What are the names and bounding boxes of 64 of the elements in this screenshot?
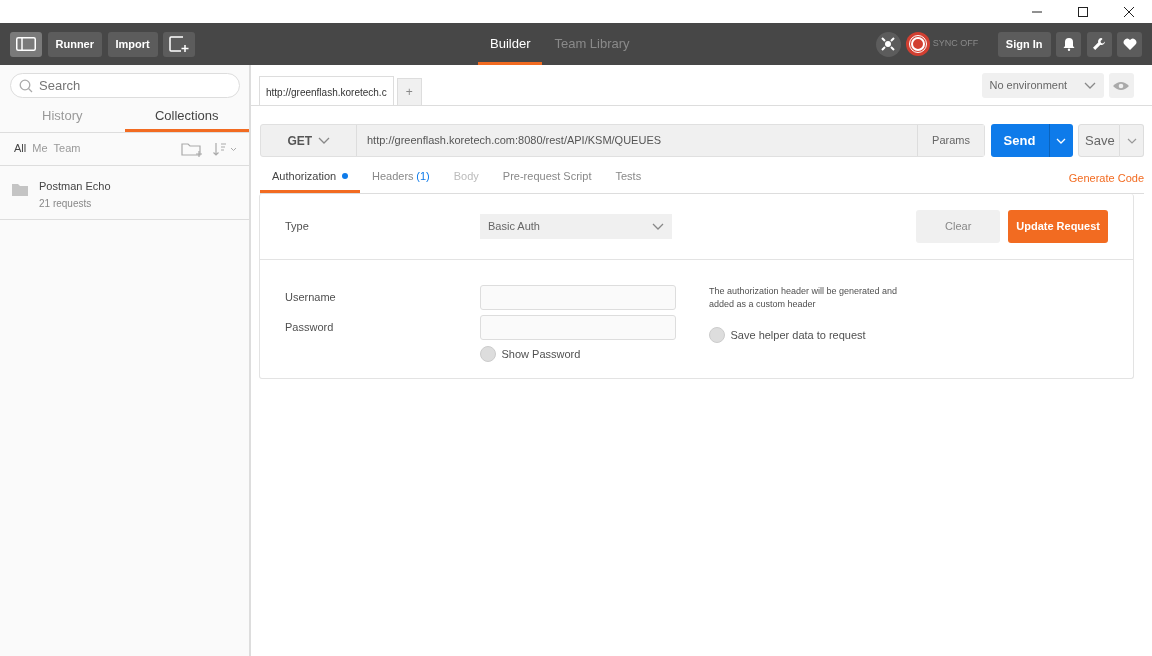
header-button[interactable]: Import <box>107 31 158 57</box>
field-label: Type <box>285 218 310 234</box>
close-icon[interactable] <box>1124 6 1134 17</box>
search-icon <box>19 79 33 93</box>
environment-name: No environment <box>989 78 1068 94</box>
text-field[interactable] <box>480 315 676 340</box>
header-tab[interactable]: Team Library <box>542 23 642 65</box>
sign-in-button[interactable]: Sign In <box>997 31 1051 57</box>
new-window-button[interactable] <box>163 31 196 57</box>
maximize-icon[interactable] <box>1078 6 1088 17</box>
radio-button[interactable] <box>709 326 725 343</box>
auth-type-dropdown[interactable]: Basic Auth <box>480 213 672 239</box>
caret-icon <box>652 222 664 230</box>
request-subtab[interactable]: Authorization <box>260 162 360 193</box>
sidebar-tab[interactable]: Collections <box>124 102 249 132</box>
update-request-button[interactable]: Update Request <box>1008 209 1108 243</box>
request-tab[interactable]: http://greenflash.koretech.c <box>259 76 394 105</box>
clear-button[interactable]: Clear <box>916 209 1001 243</box>
sidebar-icon <box>16 37 36 51</box>
add-tab-button[interactable]: + <box>396 78 422 105</box>
environment-view-button[interactable] <box>1109 73 1134 98</box>
collection-item[interactable]: Postman Echo 21 requests <box>0 165 249 220</box>
satellite-icon <box>881 37 896 51</box>
header-button[interactable]: Runner <box>47 31 102 57</box>
request-subtab[interactable]: Headers (1) <box>359 162 442 193</box>
search-field[interactable]: Search <box>10 73 240 98</box>
caret-icon <box>1083 82 1096 89</box>
collection-name: Postman Echo <box>39 178 111 194</box>
radio-label: Save helper data to request <box>730 327 866 343</box>
save-button[interactable]: Save <box>1078 124 1120 157</box>
filter-link[interactable]: All <box>14 140 27 157</box>
radio-button[interactable] <box>480 345 496 362</box>
filter-link[interactable]: Me <box>32 140 48 157</box>
sync-icon <box>906 32 931 56</box>
interceptor-button[interactable] <box>875 31 901 57</box>
radio-label: Show Password <box>501 346 581 362</box>
environment-dropdown[interactable]: No environment <box>981 73 1104 98</box>
eye-icon <box>1113 80 1129 91</box>
settings-button[interactable] <box>1086 31 1112 57</box>
sidebar-tab[interactable]: History <box>0 102 125 132</box>
auth-note: The authorization header will be generated and added as a custom header <box>709 284 899 311</box>
sidebar-toggle-button[interactable] <box>10 31 42 57</box>
request-subtab[interactable]: Pre-request Script <box>490 162 604 193</box>
field-label: Password <box>285 320 335 336</box>
generate-code-link[interactable]: Generate Code <box>1068 170 1144 193</box>
notifications-button[interactable] <box>1056 31 1081 57</box>
caret-icon <box>1056 137 1066 144</box>
wrench-icon <box>1092 37 1106 51</box>
send-options-button[interactable] <box>1048 124 1073 157</box>
field-label: Username <box>285 289 337 305</box>
collection-count: 21 requests <box>39 197 93 211</box>
text-field[interactable] <box>480 284 676 310</box>
sync-status: SYNC OFF <box>932 37 979 51</box>
caret-icon <box>1126 137 1137 144</box>
new-folder-icon[interactable] <box>181 140 203 157</box>
send-button[interactable]: Send <box>990 124 1049 157</box>
filter-link[interactable]: Team <box>53 140 81 157</box>
heart-icon <box>1122 37 1137 51</box>
folder-icon <box>12 183 28 196</box>
request-subtab[interactable]: Tests <box>603 162 654 193</box>
sort-icon[interactable] <box>213 141 237 156</box>
heart-button[interactable] <box>1117 31 1142 57</box>
bell-icon <box>1061 37 1076 51</box>
new-window-icon <box>169 36 190 52</box>
